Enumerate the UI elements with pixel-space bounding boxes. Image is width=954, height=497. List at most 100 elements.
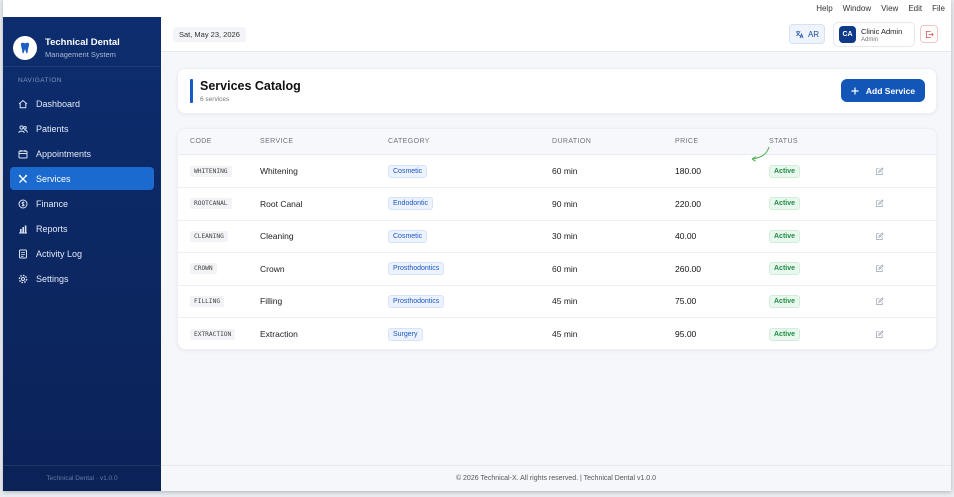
logout-button[interactable] [920,25,938,43]
category-chip: Cosmetic [388,164,428,178]
service-name: Root Canal [260,198,303,209]
chart-icon [18,224,28,234]
status-badge: Active [769,294,801,308]
edit-button[interactable] [875,253,884,285]
service-name: Filling [260,296,283,307]
table-cell: Active [769,253,801,285]
app-window: Help Window View Edit File Technical Den… [3,0,951,491]
price-value: 95.00 [675,329,697,339]
sidebar-item-services[interactable]: Services [10,167,154,190]
page-header-card: Services Catalog 6 services Add Service [177,68,937,114]
table-cell: Whitening [260,155,298,187]
service-name: Whitening [260,166,298,176]
logout-icon [925,30,934,38]
language-toggle-button[interactable]: AR [789,24,825,44]
services-table: CODE SERVICE CATEGORY DURATION PRICE STA… [177,128,937,350]
edit-button[interactable] [875,285,884,317]
edit-button[interactable] [875,318,884,349]
user-menu[interactable]: CA Clinic Admin Admin [833,22,915,47]
table-cell: Active [769,318,801,349]
category-chip: Surgery [388,327,423,341]
code-chip: EXTRACTION [190,328,236,340]
table-row[interactable]: EXTRACTION Extraction Surgery 45 min 95.00 Ac… [178,318,936,349]
column-duration[interactable]: DURATION [552,138,591,145]
edit-icon [875,297,884,305]
table-row[interactable]: WHITENING Whitening Cosmetic 60 min 180.00 Ac… [178,155,936,188]
table-cell: CROWN [190,253,217,285]
add-service-button[interactable]: Add Service [841,79,925,102]
column-service[interactable]: SERVICE [260,138,293,145]
menu-window[interactable]: Window [843,4,871,13]
table-cell: 75.00 [675,285,696,317]
menu-help[interactable]: Help [816,4,832,13]
avatar: CA [839,26,856,43]
edit-icon [875,329,884,338]
price-value: 40.00 [675,231,697,242]
duration-value: 90 min [552,198,578,209]
user-role: Admin [861,36,879,43]
sidebar-item-appointments[interactable]: Appointments [10,142,154,165]
sidebar-item-label: Patients [36,123,69,134]
table-cell: Root Canal [260,188,303,220]
dollar-icon [18,199,28,209]
code-chip: WHITENING [190,165,232,177]
column-status[interactable]: STATUS [769,138,798,145]
table-header: CODE SERVICE CATEGORY DURATION PRICE STA… [178,129,936,155]
table-cell: 260.00 [675,253,701,285]
sidebar-item-label: Settings [36,273,69,284]
sidebar-item-dashboard[interactable]: Dashboard [10,92,154,115]
edit-button[interactable] [875,220,884,252]
log-icon [18,249,28,259]
sidebar-item-settings[interactable]: Settings [10,267,154,290]
menu-edit[interactable]: Edit [908,4,922,13]
table-cell: Surgery [388,318,423,349]
language-label: AR [807,29,820,39]
duration-value: 30 min [552,231,578,242]
category-chip: Prosthodontics [388,294,445,308]
table-cell: Active [769,220,801,252]
column-price[interactable]: PRICE [675,138,698,145]
table-cell: CLEANING [190,220,228,252]
duration-value: 45 min [552,296,578,307]
table-cell: Active [769,285,801,317]
menu-file[interactable]: File [932,4,945,13]
edit-button[interactable] [875,188,884,220]
home-icon [18,99,28,109]
sidebar-item-label: Services [36,173,71,184]
column-code[interactable]: CODE [190,138,212,145]
table-row[interactable]: FILLING Filling Prosthodontics 45 min 75.00 A… [178,285,936,319]
table-cell: 90 min [552,188,578,220]
plus-icon [851,87,859,94]
column-category[interactable]: CATEGORY [388,138,430,145]
table-row[interactable]: CROWN Crown Prosthodontics 60 min 260.00 Acti… [178,253,936,286]
service-name: Cleaning [260,231,294,242]
table-row[interactable]: ROOTCANAL Root Canal Endodontic 90 min 220.0… [178,188,936,221]
table-cell: Active [769,188,801,220]
table-cell: ROOTCANAL [190,188,232,220]
menu-view[interactable]: View [881,4,898,13]
duration-value: 60 min [552,263,578,274]
category-chip: Cosmetic [388,229,428,243]
status-badge: Active [769,262,801,276]
price-value: 180.00 [675,166,701,176]
service-name: Extraction [260,329,298,339]
table-row[interactable]: CLEANING Cleaning Cosmetic 30 min 40.00 Activ… [178,220,936,254]
edit-button[interactable] [875,155,884,187]
status-badge: Active [769,197,801,211]
code-chip: FILLING [190,295,225,307]
table-cell: Active [769,155,801,187]
sidebar-item-patients[interactable]: Patients [10,117,154,140]
calendar-icon [18,149,28,159]
sidebar-item-activity-log[interactable]: Activity Log [10,242,154,265]
sidebar-item-reports[interactable]: Reports [10,217,154,240]
edit-icon [875,232,884,240]
service-name: Crown [260,263,285,274]
edit-icon [875,199,884,208]
sidebar-version: Technical Dental · v1.0.0 [3,465,161,491]
table-cell: FILLING [190,285,225,317]
sidebar-item-finance[interactable]: Finance [10,192,154,215]
table-cell: 95.00 [675,318,697,349]
code-chip: CROWN [190,263,217,275]
sidebar-item-label: Finance [36,198,69,209]
sidebar-item-label: Dashboard [36,98,81,109]
